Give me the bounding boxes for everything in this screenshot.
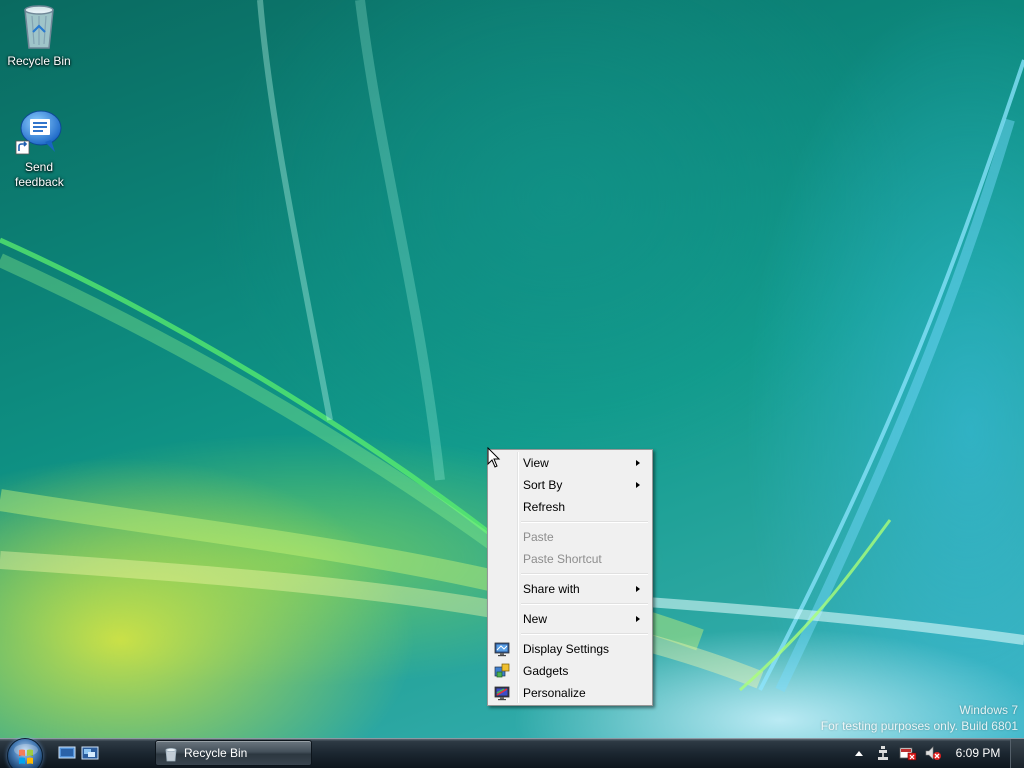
menu-item-label: Gadgets [523,664,569,678]
taskbar-button-label: Recycle Bin [184,746,248,760]
show-desktop-icon[interactable] [58,745,76,761]
switch-windows-icon[interactable] [81,745,99,761]
menu-item-label: Paste Shortcut [523,552,602,566]
menu-item-label: Display Settings [523,642,610,656]
build-watermark: Windows 7 For testing purposes only. Bui… [821,702,1018,734]
network-icon[interactable] [876,745,890,761]
feedback-speech-bubble-icon [15,108,63,156]
menu-separator [490,600,650,608]
menu-item-label: Sort By [523,478,563,492]
menu-separator [490,630,650,638]
submenu-arrow-icon [636,460,640,466]
menu-item-share-with[interactable]: Share with [490,578,650,600]
volume-muted-icon[interactable] [924,745,942,761]
menu-item-paste-shortcut: Paste Shortcut [490,548,650,570]
mouse-pointer-icon [487,447,501,468]
menu-item-label: Refresh [523,500,566,514]
menu-item-personalize[interactable]: Personalize [490,682,650,704]
taskbar-button-recycle-bin[interactable]: Recycle Bin [155,740,312,766]
submenu-arrow-icon [636,616,640,622]
menu-separator [490,518,650,526]
menu-item-label: Paste [523,530,554,544]
show-desktop-button[interactable] [1010,739,1024,768]
menu-item-label: New [523,612,548,626]
windows-orb-icon [7,738,43,768]
desktop-icon-send-feedback[interactable]: Send feedback [1,108,77,190]
personalize-icon [494,685,510,701]
taskbar [0,738,1024,768]
menu-item-refresh[interactable]: Refresh [490,496,650,518]
gadgets-icon [494,663,510,679]
desktop-icon-recycle-bin[interactable]: Recycle Bin [1,2,77,69]
display-settings-icon [494,641,510,657]
menu-item-label: Personalize [523,686,586,700]
show-hidden-icons-arrow[interactable] [855,751,863,756]
menu-item-label: Share with [523,582,580,596]
watermark-product: Windows 7 [959,703,1018,717]
recycle-bin-icon [164,746,178,762]
menu-item-sort-by[interactable]: Sort By [490,474,650,496]
watermark-build: For testing purposes only. Build 6801 [820,719,1018,733]
submenu-arrow-icon [636,482,640,488]
menu-separator [490,570,650,578]
menu-item-view[interactable]: View [490,452,650,474]
desktop-context-menu: View Sort By Refresh Paste Paste Shortcu… [487,449,653,706]
action-center-icon[interactable] [899,745,917,761]
menu-item-display-settings[interactable]: Display Settings [490,638,650,660]
recycle-bin-icon [15,2,63,50]
desktop-icon-label: Send feedback [15,160,64,189]
start-button[interactable] [5,738,45,768]
menu-item-new[interactable]: New [490,608,650,630]
submenu-arrow-icon [636,586,640,592]
menu-item-label: View [523,456,549,470]
desktop-icon-label: Recycle Bin [7,54,71,68]
menu-item-paste: Paste [490,526,650,548]
menu-item-gadgets[interactable]: Gadgets [490,660,650,682]
taskbar-clock[interactable]: 6:09 PM [950,746,1006,760]
